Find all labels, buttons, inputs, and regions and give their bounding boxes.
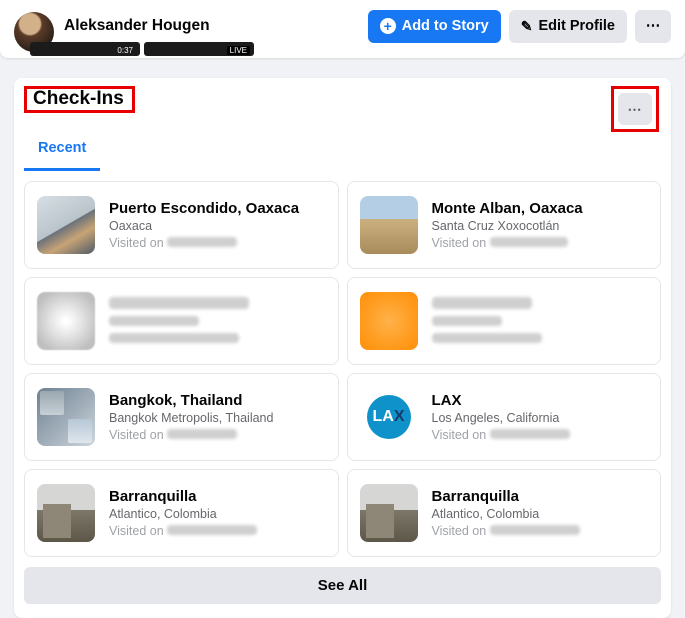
panel-more-button[interactable]: ⋯	[618, 93, 652, 125]
checkins-panel: Check-Ins ⋯ Recent Puerto Escondido, Oax…	[14, 78, 671, 618]
add-to-story-label: Add to Story	[402, 18, 489, 34]
place-location: Atlantico, Colombia	[432, 507, 649, 521]
pencil-icon: ✎	[521, 18, 533, 35]
place-name	[432, 296, 649, 313]
place-location	[432, 315, 649, 329]
avatar[interactable]	[14, 12, 54, 52]
place-name: Monte Alban, Oaxaca	[432, 200, 649, 217]
tab-recent[interactable]: Recent	[24, 130, 100, 171]
header-more-button[interactable]: ⋯	[635, 10, 671, 43]
highlight-more: ⋯	[611, 86, 659, 132]
tabs: Recent	[24, 130, 661, 171]
place-visited: Visited on	[109, 524, 326, 538]
place-thumb	[360, 484, 418, 542]
place-visited: Visited on	[432, 428, 649, 442]
checkin-card[interactable]: Barranquilla Atlantico, Colombia Visited…	[347, 469, 662, 557]
place-thumb	[37, 292, 95, 350]
place-name	[109, 296, 326, 313]
place-name: Barranquilla	[432, 488, 649, 505]
place-name: LAX	[432, 392, 649, 409]
place-thumb	[360, 196, 418, 254]
lax-logo: LAX	[367, 395, 411, 439]
ellipsis-icon: ⋯	[628, 101, 643, 118]
place-thumb: LAX	[360, 388, 418, 446]
checkin-card[interactable]: LAX LAX Los Angeles, California Visited …	[347, 373, 662, 461]
edit-profile-button[interactable]: ✎ Edit Profile	[509, 10, 627, 43]
place-name: Barranquilla	[109, 488, 326, 505]
checkin-card-blurred[interactable]	[347, 277, 662, 365]
place-location: Santa Cruz Xoxocotlán	[432, 219, 649, 233]
place-thumb	[360, 292, 418, 350]
place-location: Oaxaca	[109, 219, 326, 233]
checkin-card[interactable]: Barranquilla Atlantico, Colombia Visited…	[24, 469, 339, 557]
place-visited: Visited on	[109, 236, 326, 250]
story-thumb	[144, 42, 254, 56]
place-visited	[432, 332, 649, 346]
place-location	[109, 315, 326, 329]
checkin-card[interactable]: Monte Alban, Oaxaca Santa Cruz Xoxocotlá…	[347, 181, 662, 269]
checkin-card[interactable]: Bangkok, Thailand Bangkok Metropolis, Th…	[24, 373, 339, 461]
place-thumb	[37, 196, 95, 254]
checkins-grid: Puerto Escondido, Oaxaca Oaxaca Visited …	[24, 181, 661, 557]
place-visited: Visited on	[109, 428, 326, 442]
checkin-card[interactable]: Puerto Escondido, Oaxaca Oaxaca Visited …	[24, 181, 339, 269]
profile-name[interactable]: Aleksander Hougen	[64, 17, 368, 35]
place-location: Bangkok Metropolis, Thailand	[109, 411, 326, 425]
place-visited: Visited on	[432, 236, 649, 250]
highlight-title: Check-Ins	[24, 86, 135, 113]
place-thumb	[37, 388, 95, 446]
place-thumb	[37, 484, 95, 542]
profile-header: Aleksander Hougen + Add to Story ✎ Edit …	[0, 0, 685, 58]
place-visited: Visited on	[432, 524, 649, 538]
see-all-button[interactable]: See All	[24, 567, 661, 604]
ellipsis-icon: ⋯	[646, 18, 661, 34]
add-to-story-button[interactable]: + Add to Story	[368, 10, 501, 43]
checkin-card-blurred[interactable]	[24, 277, 339, 365]
edit-profile-label: Edit Profile	[538, 18, 615, 34]
place-location: Los Angeles, California	[432, 411, 649, 425]
place-name: Bangkok, Thailand	[109, 392, 326, 409]
plus-circle-icon: +	[380, 18, 396, 34]
place-location: Atlantico, Colombia	[109, 507, 326, 521]
place-visited	[109, 332, 326, 346]
panel-title: Check-Ins	[31, 84, 128, 112]
place-name: Puerto Escondido, Oaxaca	[109, 200, 326, 217]
